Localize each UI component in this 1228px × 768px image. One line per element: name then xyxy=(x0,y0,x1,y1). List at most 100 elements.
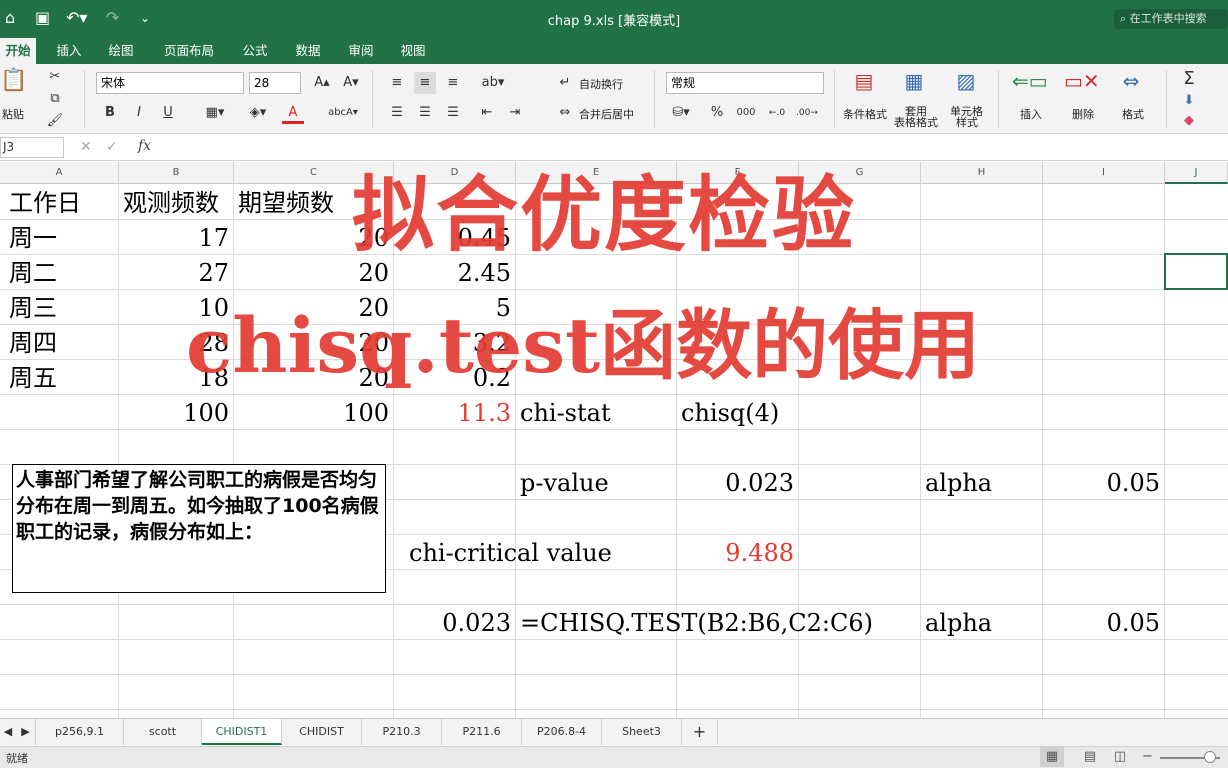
shrink-font-icon[interactable]: A▾ xyxy=(338,72,364,94)
prev-sheet-icon[interactable]: ◀ xyxy=(0,719,16,745)
col-header-h[interactable]: H xyxy=(921,162,1043,184)
cell-a3[interactable]: 周二 xyxy=(9,256,57,291)
cell-h13[interactable]: alpha xyxy=(925,606,992,641)
tab-insert[interactable]: 插入 xyxy=(48,38,90,64)
font-size-select[interactable]: 28 xyxy=(249,72,301,94)
cell-e13[interactable]: =CHISQ.TEST(B2:B6,C2:C6) xyxy=(520,606,873,641)
next-sheet-icon[interactable]: ▶ xyxy=(16,719,36,745)
format-painter-icon[interactable]: 🖌 xyxy=(44,110,66,132)
italic-button[interactable]: I xyxy=(128,102,150,124)
underline-button[interactable]: U xyxy=(157,102,179,124)
align-top-icon[interactable]: ≡ xyxy=(386,72,408,94)
normal-view-icon[interactable]: ▦ xyxy=(1040,747,1064,767)
delete-cells-icon[interactable]: ▭✕ xyxy=(1064,70,1100,102)
col-header-a[interactable]: A xyxy=(0,162,119,184)
search-input[interactable]: ⌕ 在工作表中搜索 xyxy=(1114,9,1228,29)
orientation-icon[interactable]: ab▾ xyxy=(476,72,510,94)
delete-cells-button[interactable]: 删除 xyxy=(1072,106,1094,122)
insert-cells-icon[interactable]: ⇐▭ xyxy=(1012,70,1048,102)
cell-a5[interactable]: 周四 xyxy=(9,326,57,361)
sheet-tab-chidist[interactable]: CHIDIST xyxy=(282,719,362,745)
cell-b1[interactable]: 观测频数 xyxy=(123,186,219,221)
cell-a4[interactable]: 周三 xyxy=(9,291,57,326)
cell-f9[interactable]: 0.023 xyxy=(677,466,794,501)
sheet-tab-scott[interactable]: scott xyxy=(124,719,202,745)
cell-d7[interactable]: 11.3 xyxy=(394,396,511,431)
sheet-tab-p211[interactable]: P211.6 xyxy=(442,719,522,745)
comma-style-button[interactable]: 000 xyxy=(733,102,759,124)
zoom-slider-handle[interactable] xyxy=(1204,751,1216,763)
decrease-indent-icon[interactable]: ⇤ xyxy=(476,102,498,124)
cell-b7[interactable]: 100 xyxy=(119,396,229,431)
conditional-format-button[interactable]: 条件格式 xyxy=(843,106,887,122)
cell-d13[interactable]: 0.023 xyxy=(394,606,511,641)
format-cells-icon[interactable]: ⇔ xyxy=(1114,70,1148,102)
cell-i9[interactable]: 0.05 xyxy=(1043,466,1160,501)
number-format-select[interactable]: 常规 xyxy=(666,72,824,94)
grow-font-icon[interactable]: A▴ xyxy=(309,72,335,94)
table-format-label-2[interactable]: 表格格式 xyxy=(894,117,938,129)
paste-icon[interactable]: 📋 xyxy=(0,70,27,102)
add-sheet-button[interactable]: + xyxy=(682,719,718,745)
cut-icon[interactable]: ✂ xyxy=(44,66,66,88)
align-middle-icon[interactable]: ≡ xyxy=(414,72,436,94)
cell-i13[interactable]: 0.05 xyxy=(1043,606,1160,641)
clear-icon[interactable]: ◆ xyxy=(1178,110,1200,132)
font-color-button[interactable]: A xyxy=(282,102,304,124)
cell-e7[interactable]: chi-stat xyxy=(520,396,611,431)
cell-d11[interactable]: chi-critical value xyxy=(409,536,612,571)
sheet-tab-p206[interactable]: P206.8-4 xyxy=(522,719,602,745)
merge-center-button[interactable]: 合并后居中 xyxy=(579,106,634,122)
cell-a6[interactable]: 周五 xyxy=(9,361,57,396)
fill-icon[interactable]: ⬇ xyxy=(1178,90,1200,112)
tab-page-layout[interactable]: 页面布局 xyxy=(155,38,223,64)
enter-icon[interactable]: ✓ xyxy=(106,139,118,155)
page-layout-view-icon[interactable]: ▤ xyxy=(1078,747,1102,767)
page-break-view-icon[interactable]: ◫ xyxy=(1108,747,1132,767)
copy-icon[interactable]: ⧉ xyxy=(44,88,66,110)
fill-color-icon[interactable]: ◈▾ xyxy=(243,102,273,124)
sheet-tab-chidist1[interactable]: CHIDIST1 xyxy=(202,719,282,745)
phonetic-icon[interactable]: abcA▾ xyxy=(326,102,360,124)
selected-cell[interactable] xyxy=(1164,253,1228,290)
table-format-icon[interactable]: ▦ xyxy=(898,70,930,102)
worksheet-grid[interactable]: 工作日 观测频数 期望频数 周一 17 20 0.45 周二 27 20 2.4… xyxy=(0,167,1228,718)
cell-c7[interactable]: 100 xyxy=(234,396,389,431)
bold-button[interactable]: B xyxy=(99,102,121,124)
problem-textbox[interactable]: 人事部门希望了解公司职工的病假是否均匀分布在周一到周五。如今抽取了100名病假职… xyxy=(12,464,386,593)
cancel-icon[interactable]: ✕ xyxy=(80,139,92,155)
name-box[interactable]: J3 xyxy=(0,137,64,158)
increase-decimal-icon[interactable]: ←.0 xyxy=(766,102,788,124)
align-right-icon[interactable]: ☰ xyxy=(442,102,464,124)
col-header-i[interactable]: I xyxy=(1043,162,1165,184)
cell-h9[interactable]: alpha xyxy=(925,466,992,501)
wrap-text-button[interactable]: 自动换行 xyxy=(579,76,623,92)
sheet-tab-sheet3[interactable]: Sheet3 xyxy=(602,719,682,745)
tab-formulas[interactable]: 公式 xyxy=(234,38,276,64)
align-left-icon[interactable]: ☰ xyxy=(386,102,408,124)
autosum-icon[interactable]: Σ xyxy=(1178,68,1200,90)
cell-f11[interactable]: 9.488 xyxy=(677,536,794,571)
cell-style-label-2[interactable]: 样式 xyxy=(956,117,978,129)
zoom-out-icon[interactable]: − xyxy=(1142,749,1153,764)
col-header-b[interactable]: B xyxy=(119,162,234,184)
tab-home[interactable]: 开始 xyxy=(0,38,36,64)
tab-review[interactable]: 审阅 xyxy=(340,38,382,64)
tab-draw[interactable]: 绘图 xyxy=(100,38,142,64)
cell-e9[interactable]: p-value xyxy=(520,466,609,501)
align-bottom-icon[interactable]: ≡ xyxy=(442,72,464,94)
borders-icon[interactable]: ▦▾ xyxy=(200,102,230,124)
align-center-icon[interactable]: ☰ xyxy=(414,102,436,124)
col-header-j[interactable]: J xyxy=(1165,162,1228,184)
increase-indent-icon[interactable]: ⇥ xyxy=(504,102,526,124)
cell-f7[interactable]: chisq(4) xyxy=(681,396,779,431)
insert-cells-button[interactable]: 插入 xyxy=(1020,106,1042,122)
cell-c1[interactable]: 期望频数 xyxy=(238,186,334,221)
cell-style-icon[interactable]: ▨ xyxy=(950,70,982,102)
function-icon[interactable]: fx xyxy=(138,138,151,154)
decrease-decimal-icon[interactable]: .00→ xyxy=(796,102,818,124)
cell-b2[interactable]: 17 xyxy=(119,221,229,256)
tab-data[interactable]: 数据 xyxy=(287,38,329,64)
merge-center-icon[interactable]: ⇔ xyxy=(554,102,576,124)
sheet-tab-p256[interactable]: p256,9.1 xyxy=(36,719,124,745)
